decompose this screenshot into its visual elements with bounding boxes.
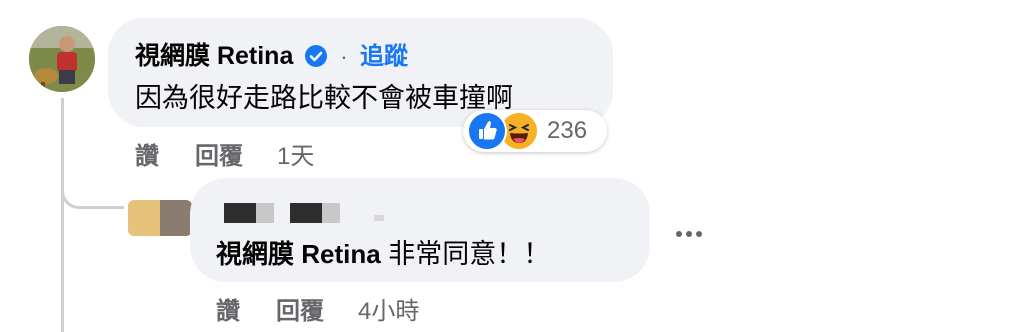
mention-tag[interactable]: 視網膜 Retina (216, 239, 381, 269)
reply-actions: 讚 回覆 4小時 (216, 291, 419, 326)
pixelated-avatar-image (128, 200, 192, 236)
like-button[interactable]: 讚 (135, 136, 159, 171)
reply-button[interactable]: 回覆 (195, 136, 243, 171)
like-icon (467, 111, 507, 151)
thread-line-curve (61, 160, 124, 209)
comment-header: 視網膜 Retina · 追蹤 (135, 36, 408, 73)
redacted-username (224, 203, 384, 223)
reply-text: 非常同意！！ (380, 239, 551, 269)
thread-line-vertical (61, 98, 64, 332)
more-options-icon[interactable] (666, 219, 712, 249)
follow-button[interactable]: 追蹤 (360, 43, 408, 70)
reply-avatar[interactable] (128, 200, 192, 236)
comment-actions: 讚 回覆 1天 (135, 136, 314, 171)
reaction-count: 236 (547, 117, 588, 144)
reply-bubble: 視網膜 Retina 非常同意！！ (190, 178, 650, 282)
reply-reply-button[interactable]: 回覆 (276, 291, 324, 326)
commenter-avatar[interactable] (29, 26, 95, 92)
reactions-summary[interactable]: 236 (463, 110, 607, 152)
author-name[interactable]: 視網膜 Retina (135, 42, 293, 70)
verified-badge-icon (304, 44, 328, 73)
avatar-photo (29, 26, 95, 92)
reply-timestamp[interactable]: 4小時 (358, 291, 419, 326)
separator-dot: · (340, 44, 348, 69)
reply-like-button[interactable]: 讚 (216, 291, 240, 326)
comment-text: 因為很好走路比較不會被車撞啊 (135, 83, 513, 113)
comment-timestamp[interactable]: 1天 (277, 136, 314, 171)
reply-text-line: 視網膜 Retina 非常同意！！ (216, 232, 550, 271)
